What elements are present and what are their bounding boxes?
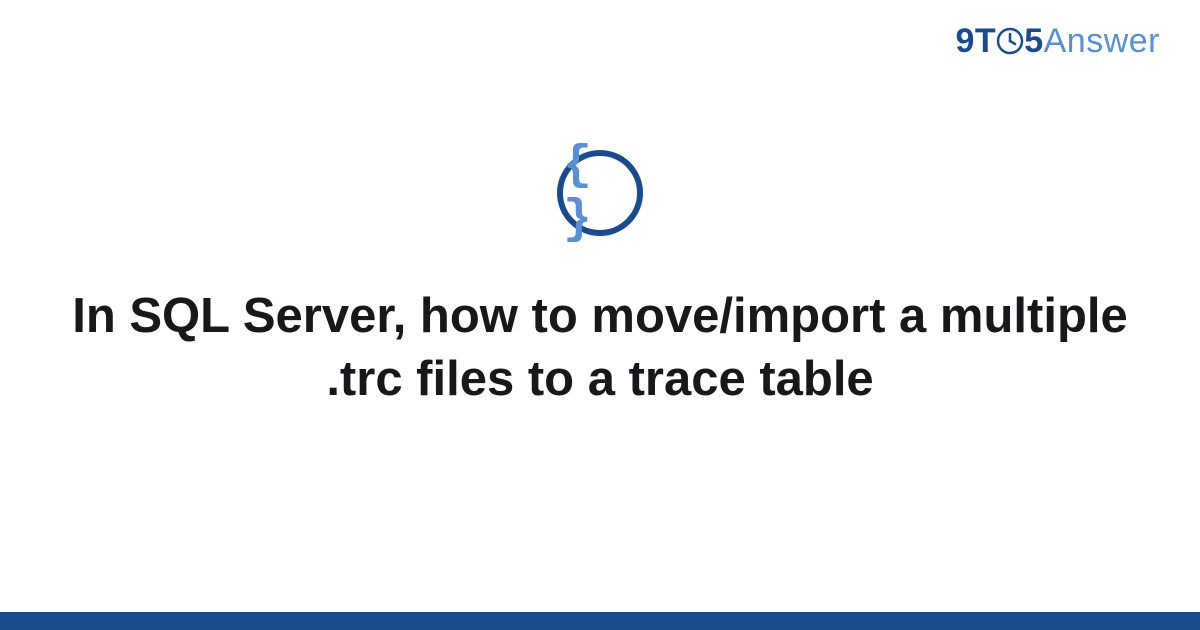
logo-five: 5 (1024, 22, 1043, 60)
logo-t: T (975, 22, 996, 60)
question-title: In SQL Server, how to move/import a mult… (60, 285, 1140, 410)
bottom-accent-bar (0, 612, 1200, 630)
logo-nine: 9 (956, 22, 975, 60)
category-icon: { } (557, 150, 643, 236)
code-braces-icon: { } (563, 139, 637, 247)
icon-circle: { } (557, 150, 643, 236)
logo-answer: Answer (1044, 22, 1160, 60)
site-logo: 9T5Answer (956, 22, 1161, 61)
clock-icon (996, 25, 1024, 64)
